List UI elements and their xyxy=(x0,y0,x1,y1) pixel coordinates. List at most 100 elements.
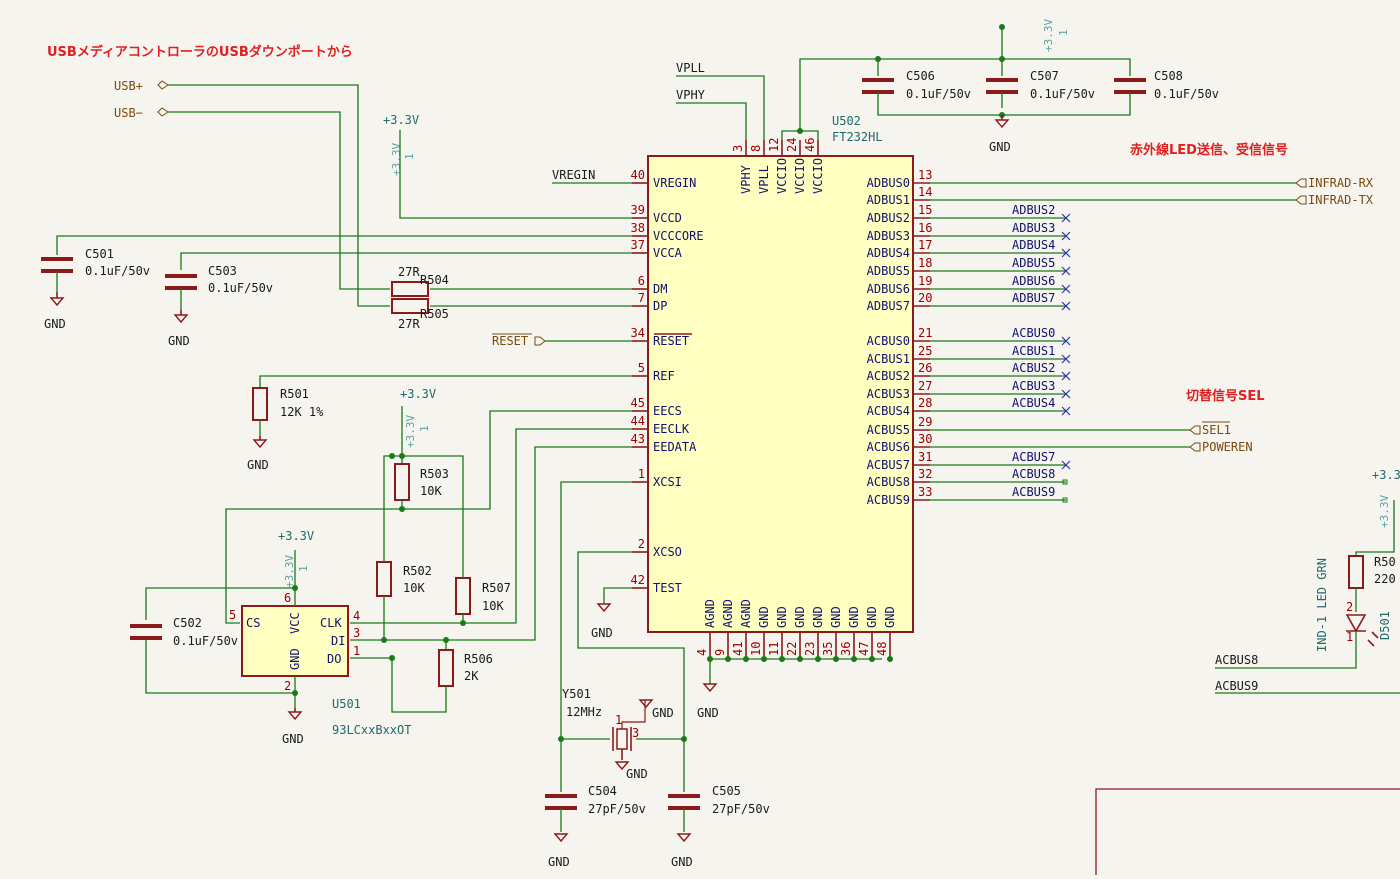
u502-pin-43-number: 43 xyxy=(631,432,645,446)
u502-pin-27-number: 27 xyxy=(918,379,932,393)
hier-label-arrow xyxy=(1189,425,1201,435)
u502-pin-21-name: ACBUS0 xyxy=(867,334,910,348)
wire xyxy=(259,375,632,388)
c503-value: 0.1uF/50v xyxy=(208,281,273,295)
schematic-sheet: USBメディアコントローラのUSBダウンポートから 赤外線LED送信、受信信号 … xyxy=(0,0,1400,875)
wire xyxy=(168,84,390,307)
u502-pin-36-name: GND xyxy=(847,606,861,628)
c508-ref: C508 xyxy=(1154,69,1183,83)
ic-u502: U502 FT232HL 40VREGIN39VCCD38VCCCORE37VC… xyxy=(631,114,932,662)
hier-label-usbm: USB− xyxy=(114,106,143,120)
y501-pin1: 1 xyxy=(615,713,622,727)
u502-pin-14-number: 14 xyxy=(918,185,932,199)
r506-value: 2K xyxy=(464,669,479,683)
u502-pin-22-name: GND xyxy=(793,606,807,628)
u502-pin-47-name: GND xyxy=(865,606,879,628)
wire xyxy=(603,587,632,604)
d501-ref: D501 xyxy=(1378,611,1392,640)
gnd-label: GND xyxy=(652,706,674,720)
u502-pin-32-number: 32 xyxy=(918,467,932,481)
gnd-symbol: GND xyxy=(44,292,66,331)
u502-pin-38-number: 38 xyxy=(631,221,645,235)
u502-pin-41-number: 41 xyxy=(731,642,745,656)
u501-ref: U501 xyxy=(332,697,361,711)
gnd-label: GND xyxy=(626,767,648,781)
pwr-flag-pin: 1 xyxy=(418,425,431,432)
u501-pin-do-num: 1 xyxy=(353,644,360,658)
r502-ref: R502 xyxy=(403,564,432,578)
net-label-acbus0: ACBUS0 xyxy=(1012,326,1055,340)
u501-pin-di: DI xyxy=(331,634,345,648)
c504-ref: C504 xyxy=(588,784,617,798)
note-switch-sel: 切替信号SEL xyxy=(1186,388,1265,404)
c504-value: 27pF/50v xyxy=(588,802,646,816)
capacitor-c503: C503 0.1uF/50v xyxy=(165,264,273,310)
r505-ref: R505 xyxy=(420,307,449,321)
u502-pin-16-number: 16 xyxy=(918,221,932,235)
svg-text:GND: GND xyxy=(548,855,570,869)
u501-pin-do: DO xyxy=(327,652,341,666)
u501-value: 93LCxxBxxOT xyxy=(332,723,411,737)
gnd-symbol: GND xyxy=(282,708,304,746)
u502-pin-29-name: ACBUS5 xyxy=(867,423,910,437)
r507-value: 10K xyxy=(482,599,504,613)
u502-pin-7-number: 7 xyxy=(638,291,645,305)
resistor-r502 xyxy=(376,561,392,597)
junction xyxy=(292,690,298,696)
ic-u502-ref: U502 xyxy=(832,114,861,128)
u502-pin-25-name: ACBUS1 xyxy=(867,352,910,366)
u502-pin-45-name: EECS xyxy=(653,404,682,418)
c507-ref: C507 xyxy=(1030,69,1059,83)
c501-ref: C501 xyxy=(85,247,114,261)
resistor-r508 xyxy=(1348,555,1364,589)
u502-pin-28-number: 28 xyxy=(918,396,932,410)
u502-pin-13-number: 13 xyxy=(918,168,932,182)
u501-pin-vcc: VCC xyxy=(288,612,302,634)
u502-pin-2-number: 2 xyxy=(638,537,645,551)
u502-pin-42-number: 42 xyxy=(631,573,645,587)
d501-pin2: 2 xyxy=(1346,600,1353,614)
u502-pin-24-number: 24 xyxy=(785,138,799,152)
ic-u502-value: FT232HL xyxy=(832,130,883,144)
u502-pin-22-number: 22 xyxy=(785,642,799,656)
wire xyxy=(225,500,403,624)
u502-pin-37-number: 37 xyxy=(631,238,645,252)
net-label-acbus4: ACBUS4 xyxy=(1012,396,1055,410)
u502-pin-18-number: 18 xyxy=(918,256,932,270)
u502-pin-47-number: 47 xyxy=(857,642,871,656)
u502-pin-9-name: AGND xyxy=(721,599,735,628)
u502-pin-16-name: ADBUS3 xyxy=(867,229,910,243)
u502-pin-4-name: AGND xyxy=(703,599,717,628)
u502-pin-4-number: 4 xyxy=(695,649,709,656)
u502-pin-46-name: VCCIO xyxy=(811,158,825,194)
u502-pin-11-name: GND xyxy=(775,606,789,628)
r501-ref: R501 xyxy=(280,387,309,401)
y501-value: 12MHz xyxy=(566,705,602,719)
wire xyxy=(676,102,747,140)
net-label-acbus1: ACBUS1 xyxy=(1012,344,1055,358)
u502-pin-18-name: ADBUS5 xyxy=(867,264,910,278)
u501-pin-cs: CS xyxy=(246,616,260,630)
wire xyxy=(676,75,765,140)
r508-value: 220 xyxy=(1374,572,1396,586)
y501-ref: Y501 xyxy=(562,687,591,701)
gnd-symbol: GND xyxy=(989,115,1011,154)
right-net-labels: ADBUS2 ADBUS3 ADBUS4 ADBUS5 ADBUS6 ADBUS7 ACBU… xyxy=(930,203,1071,503)
c501-value: 0.1uF/50v xyxy=(85,264,150,278)
r503-ref: R503 xyxy=(420,467,449,481)
crystal-y501: 1 3 Y501 12MHz xyxy=(562,687,646,760)
u501-pin-clk: CLK xyxy=(320,616,342,630)
hier-label-arrow xyxy=(1295,178,1307,188)
c505-ref: C505 xyxy=(712,784,741,798)
junction xyxy=(797,128,803,134)
svg-text:GND: GND xyxy=(591,626,613,640)
junction xyxy=(389,655,395,661)
u502-pin-19-number: 19 xyxy=(918,274,932,288)
u502-pin-35-number: 35 xyxy=(821,642,835,656)
resistor-r503 xyxy=(394,463,410,501)
u501-pin-vcc-num: 6 xyxy=(284,591,291,605)
net-label-adbus4: ADBUS4 xyxy=(1012,238,1055,252)
u501-pin-di-num: 3 xyxy=(353,626,360,640)
net-label-adbus2: ADBUS2 xyxy=(1012,203,1055,217)
u502-pin-23-number: 23 xyxy=(803,642,817,656)
